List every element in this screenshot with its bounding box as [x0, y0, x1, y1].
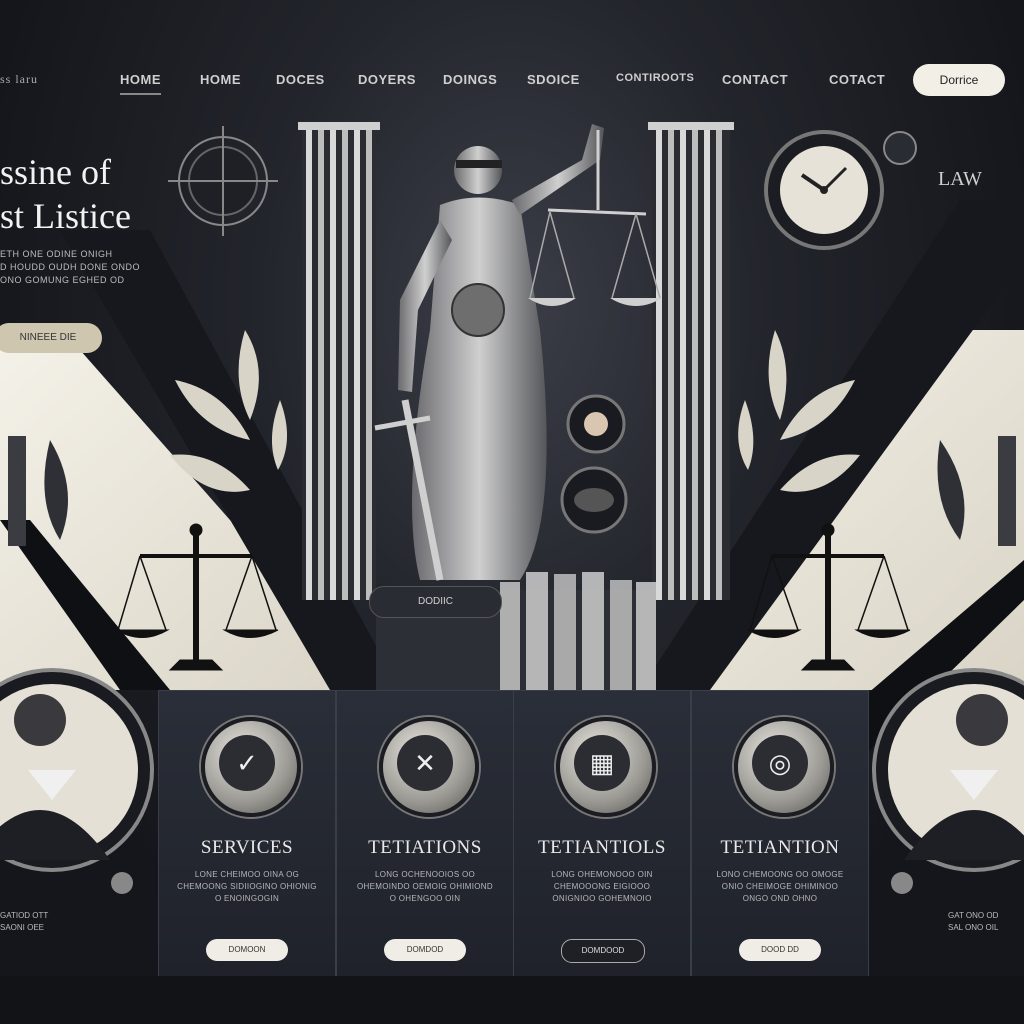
card-title: TETIANTIOLS [538, 837, 666, 858]
nav-link-sdoice[interactable]: SDOICE [527, 72, 580, 87]
card-tetiantion: ◎ TETIANTION LONO CHEMOONG OO OMOGE ONIO… [691, 690, 869, 978]
card-icon-glyph: ▦ [574, 735, 630, 791]
left-pillar [298, 122, 380, 600]
clock-icon [764, 130, 884, 250]
nav-link-doyers[interactable]: DOYERS [358, 72, 416, 87]
hero-title-line2: st Listice [0, 196, 131, 236]
right-pillar [648, 122, 734, 600]
card-title: SERVICES [200, 837, 294, 858]
law-label: LAW [938, 168, 982, 190]
logo[interactable]: ss laru [0, 72, 38, 87]
card-title: TETIATIONS [368, 837, 482, 858]
top-nav: ss laru HOME HOME DOCES DOYERS DOINGS SD… [0, 52, 1024, 108]
hero-subtitle: ETH ONE ODINE ONIGH D HOUDD OUDH DONE ON… [0, 248, 225, 287]
card-button[interactable]: DOMDOD [384, 939, 466, 961]
card-tetiations: ✕ TETIATIONS LONG OCHENOOIOS OO OHEMOIND… [336, 690, 514, 978]
nav-link-doces[interactable]: DOCES [276, 72, 325, 87]
center-pill-button[interactable]: DODIIC [369, 586, 502, 618]
card-tetiantiols: ▦ TETIANTIOLS LONG OHEMONOOO OIN CHEMOOO… [513, 690, 691, 978]
hero-subtitle-line3: ONO GOMUNG EGHED OD [0, 275, 125, 285]
card-title: TETIANTION [720, 837, 840, 858]
small-ornament [883, 131, 917, 165]
card-text: LONE CHEIMOO OINA OG CHEMOONG SIDIIOGINO… [177, 870, 317, 903]
right-caption: GAT ONO OD SAL ONO OIL [948, 910, 1024, 934]
nav-link-home-2[interactable]: HOME [200, 72, 241, 87]
card-icon-glyph: ◎ [752, 735, 808, 791]
ornament-dot-right [891, 872, 913, 894]
hero-subtitle-line2: D HOUDD OUDH DONE ONDO [0, 262, 141, 272]
hero-button[interactable]: NINEEE DIE [0, 323, 102, 353]
card-button[interactable]: DOOD DD [739, 939, 821, 961]
hero-subtitle-line1: ETH ONE ODINE ONIGH [0, 249, 113, 259]
card-button[interactable]: DOMDOOD [561, 939, 645, 963]
nav-link-cotact[interactable]: COTACT [829, 72, 885, 87]
right-caption-line2: SAL ONO OIL [948, 923, 999, 932]
portrait-left [0, 668, 154, 872]
shield-icon: ◎ [734, 717, 834, 817]
nav-link-home[interactable]: HOME [120, 72, 161, 95]
card-text: LONG OHEMONOOO OIN CHEMOOONG EIGIOOO ONI… [551, 870, 653, 903]
crossed-swords-icon: ✕ [379, 717, 479, 817]
card-button[interactable]: DOMOON [206, 939, 288, 961]
nav-link-doings[interactable]: DOINGS [443, 72, 497, 87]
right-caption-line1: GAT ONO OD [948, 911, 999, 920]
gavel-icon: ✓ [201, 717, 301, 817]
calendar-grid-icon: ▦ [556, 717, 656, 817]
left-caption: GATIOD OTT SAONI OEE [0, 910, 60, 934]
left-caption-line1: GATIOD OTT [0, 911, 49, 920]
hero-title: ssine of st Listice [0, 150, 200, 238]
card-text: LONO CHEMOONG OO OMOGE ONIO CHEIMOGE OHI… [716, 870, 844, 903]
card-services: ✓ SERVICES LONE CHEIMOO OINA OG CHEMOONG… [158, 690, 336, 978]
hero-title-line1: ssine of [0, 152, 111, 192]
nav-link-contiroots[interactable]: CONTIROOTS [616, 72, 694, 84]
ornament-dot-left [111, 872, 133, 894]
card-icon-glyph: ✓ [219, 735, 275, 791]
card-text: LONG OCHENOOIOS OO OHEMOINDO OEMOIG OHIM… [357, 870, 493, 903]
footer-bar [0, 976, 1024, 1024]
left-caption-line2: SAONI OEE [0, 923, 45, 932]
nav-cta-button[interactable]: Dorrice [913, 64, 1005, 96]
card-icon-glyph: ✕ [397, 735, 453, 791]
nav-link-contact[interactable]: CONTACT [722, 72, 788, 87]
